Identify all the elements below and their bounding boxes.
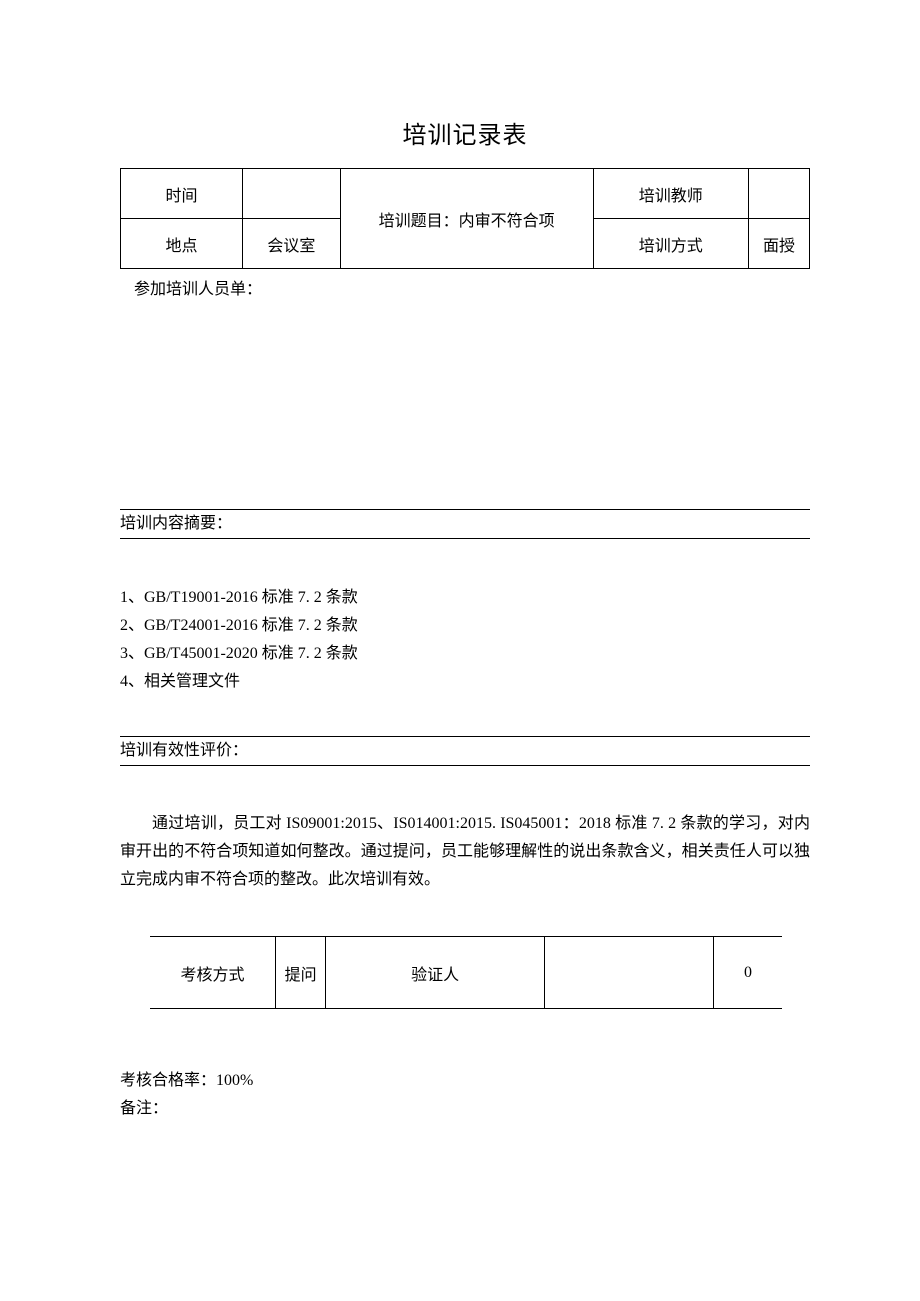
pass-rate: 考核合格率：100% — [120, 1067, 810, 1095]
verifier-label: 验证人 — [326, 937, 545, 1009]
evaluation-text: 通过培训，员工对 IS09001:2015、IS014001:2015. IS0… — [120, 766, 810, 894]
evaluation-paragraph: 通过培训，员工对 IS09001:2015、IS014001:2015. IS0… — [120, 810, 810, 894]
content-summary-list: 1、GB/T19001-2016 标准 7. 2 条款 2、GB/T24001-… — [120, 539, 810, 696]
training-info-table: 时间 培训题目：内审不符合项 培训教师 地点 会议室 培训方式 面授 — [120, 168, 810, 269]
content-item: 3、GB/T45001-2020 标准 7. 2 条款 — [120, 640, 810, 668]
place-label: 地点 — [121, 219, 243, 269]
assess-method-value: 提问 — [275, 937, 325, 1009]
remark-label: 备注： — [120, 1095, 810, 1123]
method-label: 培训方式 — [593, 219, 748, 269]
teacher-value — [748, 169, 809, 219]
content-item: 4、相关管理文件 — [120, 668, 810, 696]
assessment-table: 考核方式 提问 验证人 0 — [150, 936, 782, 1009]
assess-method-label: 考核方式 — [150, 937, 275, 1009]
training-topic: 培训题目：内审不符合项 — [340, 169, 593, 269]
time-label: 时间 — [121, 169, 243, 219]
page-title: 培训记录表 — [120, 115, 810, 150]
attendee-list-label: 参加培训人员单： — [120, 269, 810, 299]
teacher-label: 培训教师 — [593, 169, 748, 219]
evaluation-header: 培训有效性评价： — [120, 736, 810, 766]
content-item: 2、GB/T24001-2016 标准 7. 2 条款 — [120, 612, 810, 640]
time-value — [243, 169, 341, 219]
place-value: 会议室 — [243, 219, 341, 269]
verifier-value — [545, 937, 714, 1009]
content-summary-header: 培训内容摘要： — [120, 509, 810, 539]
content-item: 1、GB/T19001-2016 标准 7. 2 条款 — [120, 584, 810, 612]
method-value: 面授 — [748, 219, 809, 269]
assess-extra: 0 — [714, 937, 782, 1009]
